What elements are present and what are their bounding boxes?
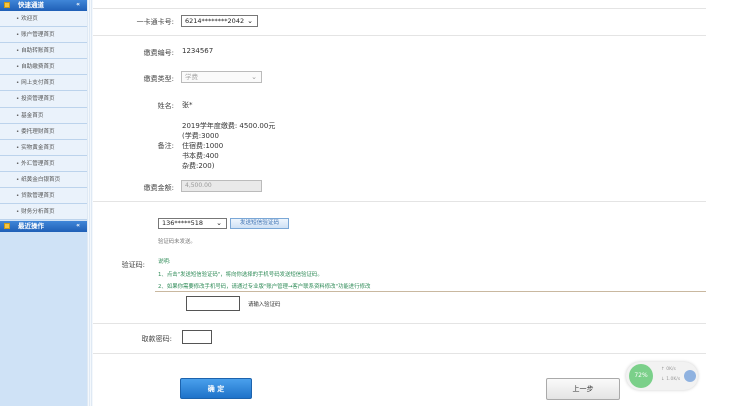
row-divider xyxy=(93,201,706,202)
quick-access-list: • 欢迎页 • 账户管理首页 • 自助转账首页 • 自助缴费首页 • 网上支付首… xyxy=(0,11,87,221)
recent-ops-title: 最近操作 xyxy=(18,222,44,230)
send-sms-button[interactable]: 发送短信验证码 xyxy=(230,218,289,229)
row-divider xyxy=(93,35,706,36)
note-line-1: 1、点击"发送短信验证码"，将向你选择的手机号码发送短信验证码。 xyxy=(158,272,323,278)
sidebar-item-finance[interactable]: • 财务分析首页 xyxy=(0,204,87,221)
upload-speed: ↑ 0K/s xyxy=(661,367,676,372)
quick-access-header[interactable]: 快速通道 « xyxy=(0,0,87,11)
remark-line-1: 2019学年度缴费: 4500.00元 xyxy=(182,122,276,130)
previous-step-button[interactable]: 上一步 xyxy=(546,378,620,400)
sidebar-item-paper-gold[interactable]: • 纸黄金白银首页 xyxy=(0,171,87,189)
payment-type-label: 缴费类型: xyxy=(143,75,174,83)
sidebar-item-online-pay[interactable]: • 网上支付首页 xyxy=(0,75,87,92)
row-divider xyxy=(93,323,706,324)
sidebar-item-investment[interactable]: • 投资管理首页 xyxy=(0,91,87,108)
folder-icon xyxy=(4,223,10,229)
sidebar-item-account[interactable]: • 账户管理首页 xyxy=(0,27,87,44)
amount-label: 缴费金额: xyxy=(143,184,174,192)
sidebar-item-transfer[interactable]: • 自助转账首页 xyxy=(0,43,87,60)
name-label: 姓名: xyxy=(157,102,174,110)
phone-value: 136*****518 xyxy=(162,219,204,227)
remark-label: 备注: xyxy=(157,142,174,150)
row-divider xyxy=(93,8,706,9)
confirm-button[interactable]: 确 定 xyxy=(180,378,252,399)
verification-code-label: 验证码: xyxy=(121,261,145,269)
chevron-down-icon: ⌄ xyxy=(216,219,222,227)
code-input-hint: 请输入验证码 xyxy=(248,302,281,308)
network-speed-widget[interactable]: 72% ↑ 0K/s ↓ 1.0K/s xyxy=(626,362,698,390)
phone-select[interactable]: 136*****518 ⌄ xyxy=(158,218,227,229)
note-title: 说明: xyxy=(158,259,171,265)
remark-line-2: (学费:3000 xyxy=(182,132,219,140)
sidebar: 快速通道 « • 欢迎页 • 账户管理首页 • 自助转账首页 • 自助缴费首页 … xyxy=(0,0,87,406)
sidebar-item-welcome[interactable]: • 欢迎页 xyxy=(0,11,87,28)
remark-line-4: 书本费:400 xyxy=(182,152,219,160)
payment-number-value: 1234567 xyxy=(182,47,214,55)
verification-code-input[interactable] xyxy=(186,296,240,311)
row-divider xyxy=(93,353,706,354)
card-number-label: 一卡通卡号: xyxy=(136,18,174,26)
gear-icon[interactable] xyxy=(684,370,696,382)
remark-line-5: 杂费:200) xyxy=(182,162,215,170)
name-value: 张* xyxy=(182,101,193,109)
amount-field: 4,500.00 xyxy=(181,180,262,192)
payment-type-value: 学费 xyxy=(185,73,198,81)
sidebar-item-forex[interactable]: • 外汇管理首页 xyxy=(0,155,87,172)
collapse-icon[interactable]: « xyxy=(76,0,80,9)
card-number-value: 6214********2042 xyxy=(185,17,245,25)
splitter[interactable] xyxy=(87,0,93,406)
note-divider xyxy=(155,291,706,292)
download-speed: ↓ 1.0K/s xyxy=(661,377,681,382)
payment-type-select: 学费 ⌄ xyxy=(181,71,262,83)
withdraw-password-input[interactable] xyxy=(182,330,212,344)
usage-percent: 72% xyxy=(629,364,653,388)
withdraw-password-label: 取款密码: xyxy=(141,335,172,343)
remark-line-3: 住宿费:1000 xyxy=(182,142,224,150)
collapse-icon[interactable]: « xyxy=(76,221,80,230)
chevron-down-icon: ⌄ xyxy=(247,17,253,25)
sidebar-item-fund[interactable]: • 基金首页 xyxy=(0,107,87,124)
folder-icon xyxy=(4,2,10,8)
payment-number-label: 缴费编号: xyxy=(143,49,174,57)
sidebar-item-gold[interactable]: • 实物黄金首页 xyxy=(0,139,87,156)
card-number-select[interactable]: 6214********2042 ⌄ xyxy=(181,15,258,27)
sms-status-text: 验证码未发送。 xyxy=(158,239,196,245)
note-line-2: 2、如果你需要修改手机号码，请通过专业版"账户管理→客户联系资料修改"功能进行修… xyxy=(158,284,371,290)
sidebar-item-loan[interactable]: • 贷款管理首页 xyxy=(0,188,87,205)
sidebar-item-wealth[interactable]: • 委托理财首页 xyxy=(0,123,87,140)
recent-ops-header[interactable]: 最近操作 « xyxy=(0,221,87,232)
chevron-down-icon: ⌄ xyxy=(251,73,257,81)
quick-access-title: 快速通道 xyxy=(18,1,44,9)
sidebar-item-payment[interactable]: • 自助缴费首页 xyxy=(0,59,87,76)
